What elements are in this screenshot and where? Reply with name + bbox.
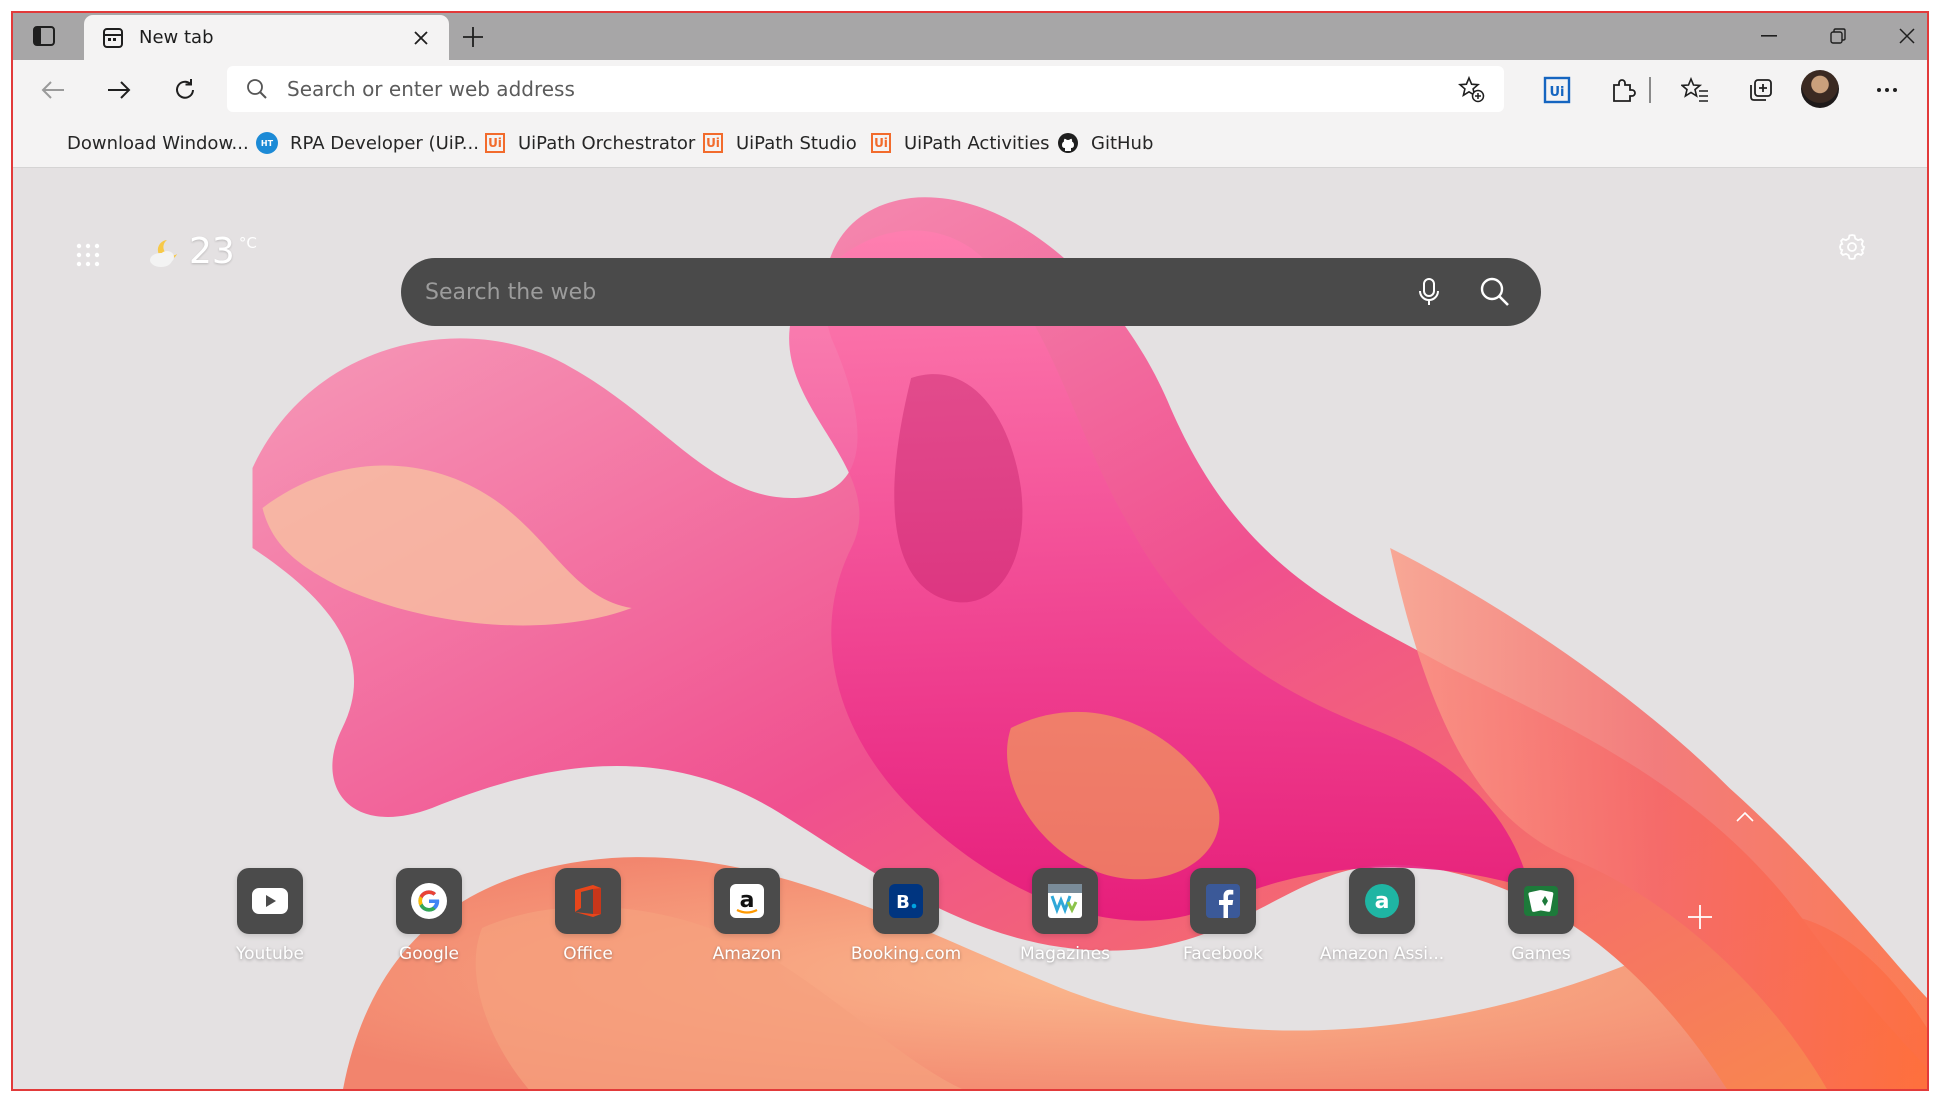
plus-icon[interactable] [458,23,488,51]
quick-link-booking[interactable]: B Booking.com [844,868,968,978]
youtube-icon [237,868,303,934]
bookmark-uipath-studio[interactable]: Ui UiPath Studio [702,131,857,155]
bookmark-uipath-orchestrator[interactable]: Ui UiPath Orchestrator [484,131,695,155]
amazon-icon: a [714,868,780,934]
quick-link-games[interactable]: Games [1479,868,1603,978]
bookmark-label: UiPath Studio [736,132,857,154]
chevron-up-icon[interactable] [1729,804,1761,830]
uipath-extension-icon[interactable]: Ui [1539,72,1575,108]
quick-link-label: Google [399,944,459,964]
quick-link-label: Amazon [712,944,782,964]
github-icon [1057,132,1079,154]
uipath-logo-icon: Ui [702,132,724,154]
more-icon[interactable] [1869,72,1905,108]
search-icon [245,77,269,101]
quick-link-office[interactable]: Office [526,868,650,978]
add-site-icon[interactable] [1682,899,1718,935]
google-icon [396,868,462,934]
minimize-icon[interactable] [1739,19,1799,53]
bookmark-uipath-activities[interactable]: Ui UiPath Activities [870,131,1050,155]
bookmark-label: Download Window... [67,132,249,154]
quick-link-label: Amazon Assi... [1319,944,1445,964]
refresh-icon[interactable] [168,74,202,106]
new-tab-page-icon [102,27,124,49]
star-plus-icon[interactable] [1454,72,1488,106]
svg-text:Ui: Ui [1549,85,1564,100]
svg-text:a: a [1375,889,1390,914]
toolbar-separator [1649,77,1651,103]
tab-title: New tab [139,27,214,48]
bookmark-label: RPA Developer (UiP... [290,132,479,154]
restore-icon[interactable] [1808,19,1868,53]
back-arrow-icon[interactable] [36,74,70,106]
puzzle-icon[interactable] [1605,72,1641,108]
quick-link-label: Youtube [236,944,304,964]
bookmark-github[interactable]: GitHub [1057,131,1153,155]
svg-text:a: a [740,888,755,913]
facebook-icon [1190,868,1256,934]
favorites-bar: Download Window... HT RPA Developer (UiP… [13,119,1927,168]
quick-link-google[interactable]: Google [367,868,491,978]
quick-link-label: Games [1511,944,1571,964]
quick-link-youtube[interactable]: Youtube [208,868,332,978]
browser-window: New tab Search or enter web address Ui D… [11,11,1929,1091]
quick-link-facebook[interactable]: Facebook [1161,868,1285,978]
quick-link-label: Booking.com [850,944,962,964]
quick-link-label: Office [563,944,613,964]
uipath-logo-icon: Ui [484,132,506,154]
address-input[interactable]: Search or enter web address [287,77,1454,101]
forward-arrow-icon[interactable] [102,74,136,106]
quick-link-label: Facebook [1183,944,1263,964]
web-search-box[interactable]: Search the web [401,258,1541,326]
search-icon[interactable] [1475,272,1515,312]
windows-logo-icon [33,132,55,154]
ht-logo-icon: HT [256,132,278,154]
bookmark-label: UiPath Activities [904,132,1050,154]
bookmark-download-windows[interactable]: Download Window... [33,131,249,155]
bookmark-label: UiPath Orchestrator [518,132,696,154]
office-icon [555,868,621,934]
weather-widget[interactable]: 23 °C [147,230,257,274]
tab-new-tab[interactable]: New tab [84,15,449,60]
quick-link-amazon-assistant[interactable]: a Amazon Assi... [1320,868,1444,978]
microphone-icon[interactable] [1409,272,1449,312]
gear-icon[interactable] [1835,230,1869,264]
svg-text:B: B [896,892,910,913]
close-icon[interactable] [409,26,433,50]
amazon-assistant-icon: a [1349,868,1415,934]
address-bar[interactable]: Search or enter web address [227,66,1504,112]
bookmark-rpa-developer[interactable]: HT RPA Developer (UiP... [256,131,479,155]
avatar[interactable] [1801,70,1839,108]
quick-link-magazines[interactable]: Magazines [1003,868,1127,978]
app-launcher-icon[interactable] [73,240,103,270]
tab-strip: New tab [13,13,1927,60]
bookmark-label: GitHub [1091,132,1154,154]
magazines-icon [1032,868,1098,934]
new-tab-page: 23 °C Search the web Youtube Google Offi… [13,168,1927,1089]
web-search-input[interactable]: Search the web [425,280,1409,305]
games-icon [1508,868,1574,934]
quick-link-label: Magazines [1019,944,1111,964]
tab-actions-icon[interactable] [31,24,57,48]
partly-cloudy-night-icon [150,240,177,267]
booking-icon: B [873,868,939,934]
window-close-icon[interactable] [1877,19,1927,53]
toolbar: Search or enter web address Ui [13,60,1927,119]
uipath-logo-icon: Ui [870,132,892,154]
quick-link-amazon[interactable]: a Amazon [685,868,809,978]
weather-temperature: 23 [189,231,235,272]
collections-icon[interactable] [1743,72,1779,108]
favorites-icon[interactable] [1677,72,1713,108]
weather-unit: °C [238,234,257,252]
